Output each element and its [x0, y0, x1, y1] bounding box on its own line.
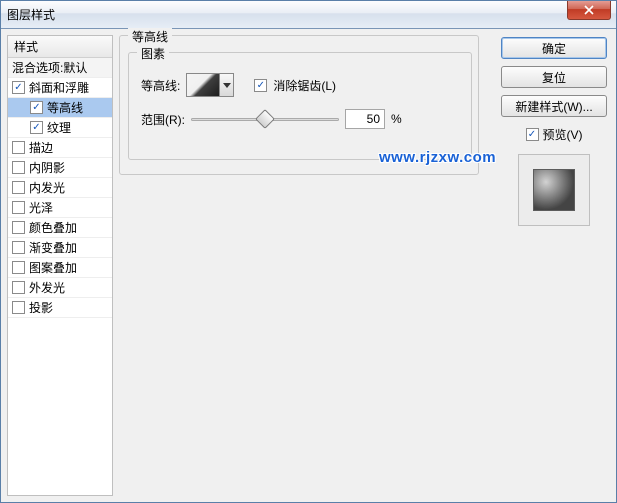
contour-label: 等高线: [141, 77, 180, 94]
style-row-3[interactable]: 描边 [8, 138, 112, 158]
style-checkbox[interactable] [12, 201, 25, 214]
style-row-0[interactable]: 斜面和浮雕 [8, 78, 112, 98]
blend-options-row[interactable]: 混合选项:默认 [8, 58, 112, 78]
style-row-7[interactable]: 颜色叠加 [8, 218, 112, 238]
antialias-checkbox[interactable] [254, 79, 267, 92]
range-row: 范围(R): % [141, 109, 402, 129]
style-row-2[interactable]: 纹理 [8, 118, 112, 138]
window-title: 图层样式 [7, 6, 55, 23]
settings-panel: 等高线 图素 等高线: 消除锯齿(L) 范围(R): [119, 35, 492, 496]
contour-group: 等高线 图素 等高线: 消除锯齿(L) 范围(R): [119, 35, 479, 175]
style-checkbox[interactable] [12, 141, 25, 154]
style-label: 内发光 [29, 179, 65, 196]
style-checkbox[interactable] [12, 241, 25, 254]
style-checkbox[interactable] [12, 221, 25, 234]
style-label: 图案叠加 [29, 259, 77, 276]
elements-group: 图素 等高线: 消除锯齿(L) 范围(R): [128, 52, 472, 160]
range-input[interactable] [345, 109, 385, 129]
slider-thumb[interactable] [255, 109, 275, 129]
close-button[interactable] [567, 1, 611, 20]
preview-box [518, 154, 590, 226]
contour-dropdown[interactable] [220, 73, 234, 97]
style-checkbox[interactable] [12, 161, 25, 174]
style-row-8[interactable]: 渐变叠加 [8, 238, 112, 258]
titlebar: 图层样式 [1, 1, 616, 29]
cancel-button[interactable]: 复位 [501, 66, 607, 88]
range-label: 范围(R): [141, 111, 185, 128]
style-row-6[interactable]: 光泽 [8, 198, 112, 218]
preview-thumbnail [533, 169, 575, 211]
action-panel: 确定 复位 新建样式(W)... 预览(V) [498, 35, 610, 496]
style-checkbox[interactable] [12, 281, 25, 294]
blend-options-label: 混合选项:默认 [12, 59, 87, 76]
range-slider[interactable] [191, 109, 339, 129]
layer-style-dialog: 图层样式 样式 混合选项:默认 斜面和浮雕等高线纹理描边内阴影内发光光泽颜色叠加… [0, 0, 617, 503]
style-checkbox[interactable] [12, 301, 25, 314]
style-label: 渐变叠加 [29, 239, 77, 256]
elements-group-legend: 图素 [137, 45, 169, 62]
style-row-11[interactable]: 投影 [8, 298, 112, 318]
style-label: 颜色叠加 [29, 219, 77, 236]
style-checkbox[interactable] [30, 121, 43, 134]
style-label: 光泽 [29, 199, 53, 216]
range-unit: % [391, 112, 402, 126]
preview-toggle-row: 预览(V) [526, 126, 583, 143]
contour-picker[interactable] [186, 73, 220, 97]
style-checkbox[interactable] [12, 261, 25, 274]
contour-group-legend: 等高线 [128, 28, 172, 45]
style-label: 等高线 [47, 99, 83, 116]
style-row-1[interactable]: 等高线 [8, 98, 112, 118]
style-label: 内阴影 [29, 159, 65, 176]
dialog-body: 样式 混合选项:默认 斜面和浮雕等高线纹理描边内阴影内发光光泽颜色叠加渐变叠加图… [1, 29, 616, 502]
style-label: 外发光 [29, 279, 65, 296]
style-checkbox[interactable] [30, 101, 43, 114]
style-label: 投影 [29, 299, 53, 316]
style-row-4[interactable]: 内阴影 [8, 158, 112, 178]
preview-label: 预览(V) [543, 126, 583, 143]
style-label: 描边 [29, 139, 53, 156]
new-style-button[interactable]: 新建样式(W)... [501, 95, 607, 117]
style-row-9[interactable]: 图案叠加 [8, 258, 112, 278]
contour-row: 等高线: 消除锯齿(L) [141, 73, 336, 97]
style-checkbox[interactable] [12, 181, 25, 194]
antialias-label: 消除锯齿(L) [273, 77, 336, 94]
style-row-10[interactable]: 外发光 [8, 278, 112, 298]
preview-checkbox[interactable] [526, 128, 539, 141]
style-checkbox[interactable] [12, 81, 25, 94]
style-label: 纹理 [47, 119, 71, 136]
styles-list-panel: 样式 混合选项:默认 斜面和浮雕等高线纹理描边内阴影内发光光泽颜色叠加渐变叠加图… [7, 35, 113, 496]
style-label: 斜面和浮雕 [29, 79, 89, 96]
ok-button[interactable]: 确定 [501, 37, 607, 59]
close-icon [584, 5, 594, 15]
styles-header[interactable]: 样式 [8, 36, 112, 58]
style-row-5[interactable]: 内发光 [8, 178, 112, 198]
